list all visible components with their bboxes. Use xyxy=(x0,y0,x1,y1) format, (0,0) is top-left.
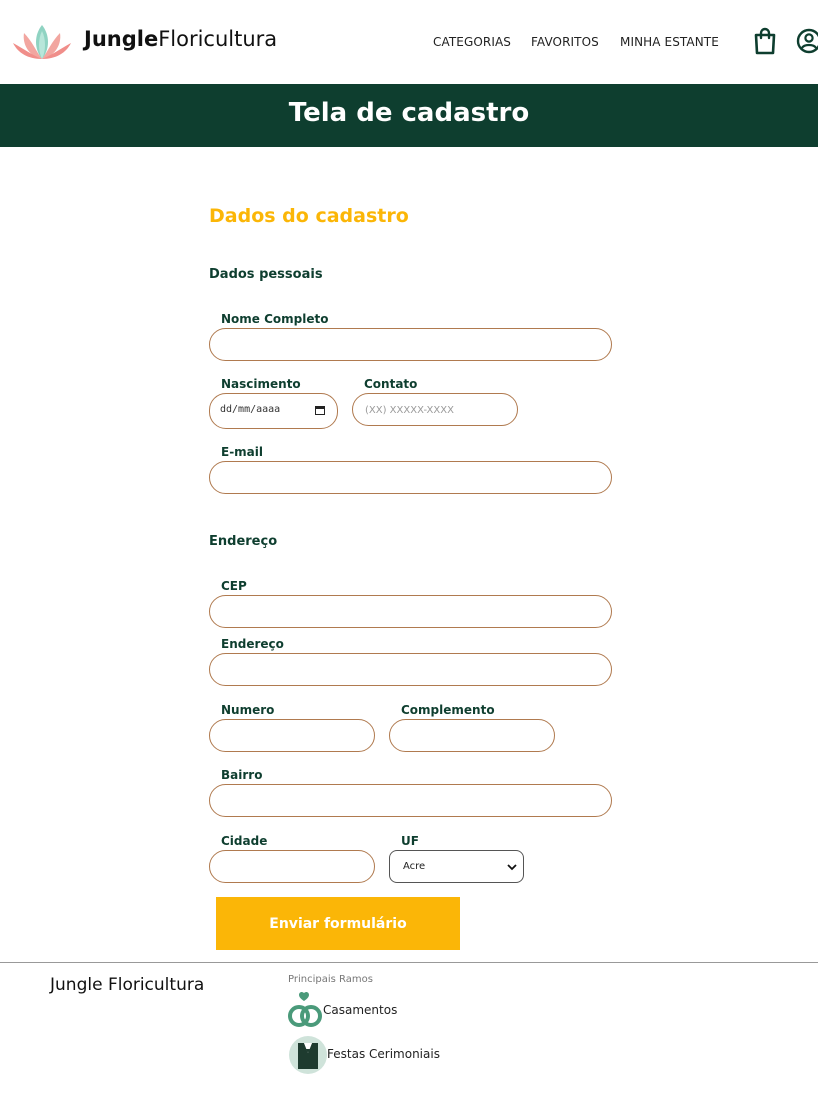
endereco-input[interactable] xyxy=(209,653,612,686)
nascimento-label: Nascimento xyxy=(221,377,301,391)
uf-select[interactable]: Acre xyxy=(389,850,524,883)
cep-input[interactable] xyxy=(209,595,612,628)
tuxedo-icon xyxy=(289,1036,327,1074)
address-heading: Endereço xyxy=(209,534,278,549)
nav-categorias[interactable]: CATEGORIAS xyxy=(433,35,511,49)
bairro-label: Bairro xyxy=(221,768,263,782)
brand-logo-text[interactable]: JungleFloricultura xyxy=(84,27,277,51)
footer-divider xyxy=(0,962,818,963)
complemento-input[interactable] xyxy=(389,719,555,752)
cep-label: CEP xyxy=(221,579,247,593)
lotus-logo-icon[interactable] xyxy=(12,21,72,63)
uf-selected-value: Acre xyxy=(403,861,426,872)
brand-name-bold: Jungle xyxy=(84,27,159,51)
date-placeholder: dd/mm/aaaa xyxy=(220,404,281,415)
numero-label: Numero xyxy=(221,703,275,717)
nav-minha-estante[interactable]: MINHA ESTANTE xyxy=(620,35,719,49)
footer-brand: Jungle Floricultura xyxy=(50,975,205,995)
email-label: E-mail xyxy=(221,445,264,459)
form-title: Dados do cadastro xyxy=(209,205,409,227)
brand-name-rest: Floricultura xyxy=(158,27,278,51)
shopping-bag-icon[interactable] xyxy=(752,27,778,55)
nome-label: Nome Completo xyxy=(221,312,329,326)
footer-item-festas-cerimoniais[interactable]: Festas Cerimoniais xyxy=(327,1047,440,1061)
calendar-icon[interactable] xyxy=(315,405,325,415)
contato-label: Contato xyxy=(364,377,418,391)
submit-button[interactable]: Enviar formulário xyxy=(216,897,460,950)
chevron-down-icon xyxy=(507,864,517,871)
nome-completo-input[interactable] xyxy=(209,328,612,361)
page-title: Tela de cadastro xyxy=(288,98,530,128)
complemento-label: Complemento xyxy=(401,703,495,717)
user-account-icon[interactable] xyxy=(796,27,818,55)
nascimento-date-input[interactable]: dd/mm/aaaa xyxy=(209,393,338,429)
bairro-input[interactable] xyxy=(209,784,612,817)
uf-label: UF xyxy=(401,834,419,848)
wedding-rings-icon xyxy=(288,991,322,1027)
endereco-label: Endereço xyxy=(221,637,284,651)
email-input[interactable] xyxy=(209,461,612,494)
site-header: JungleFloricultura CATEGORIAS FAVORITOS … xyxy=(0,0,818,84)
cidade-input[interactable] xyxy=(209,850,375,883)
contato-input[interactable] xyxy=(352,393,518,426)
page-title-bar: Tela de cadastro xyxy=(0,84,818,147)
footer-heading: Principais Ramos xyxy=(288,974,373,985)
numero-input[interactable] xyxy=(209,719,375,752)
nav-favoritos[interactable]: FAVORITOS xyxy=(531,35,599,49)
footer-item-casamentos[interactable]: Casamentos xyxy=(323,1003,397,1017)
cidade-label: Cidade xyxy=(221,834,268,848)
personal-data-heading: Dados pessoais xyxy=(209,267,323,282)
